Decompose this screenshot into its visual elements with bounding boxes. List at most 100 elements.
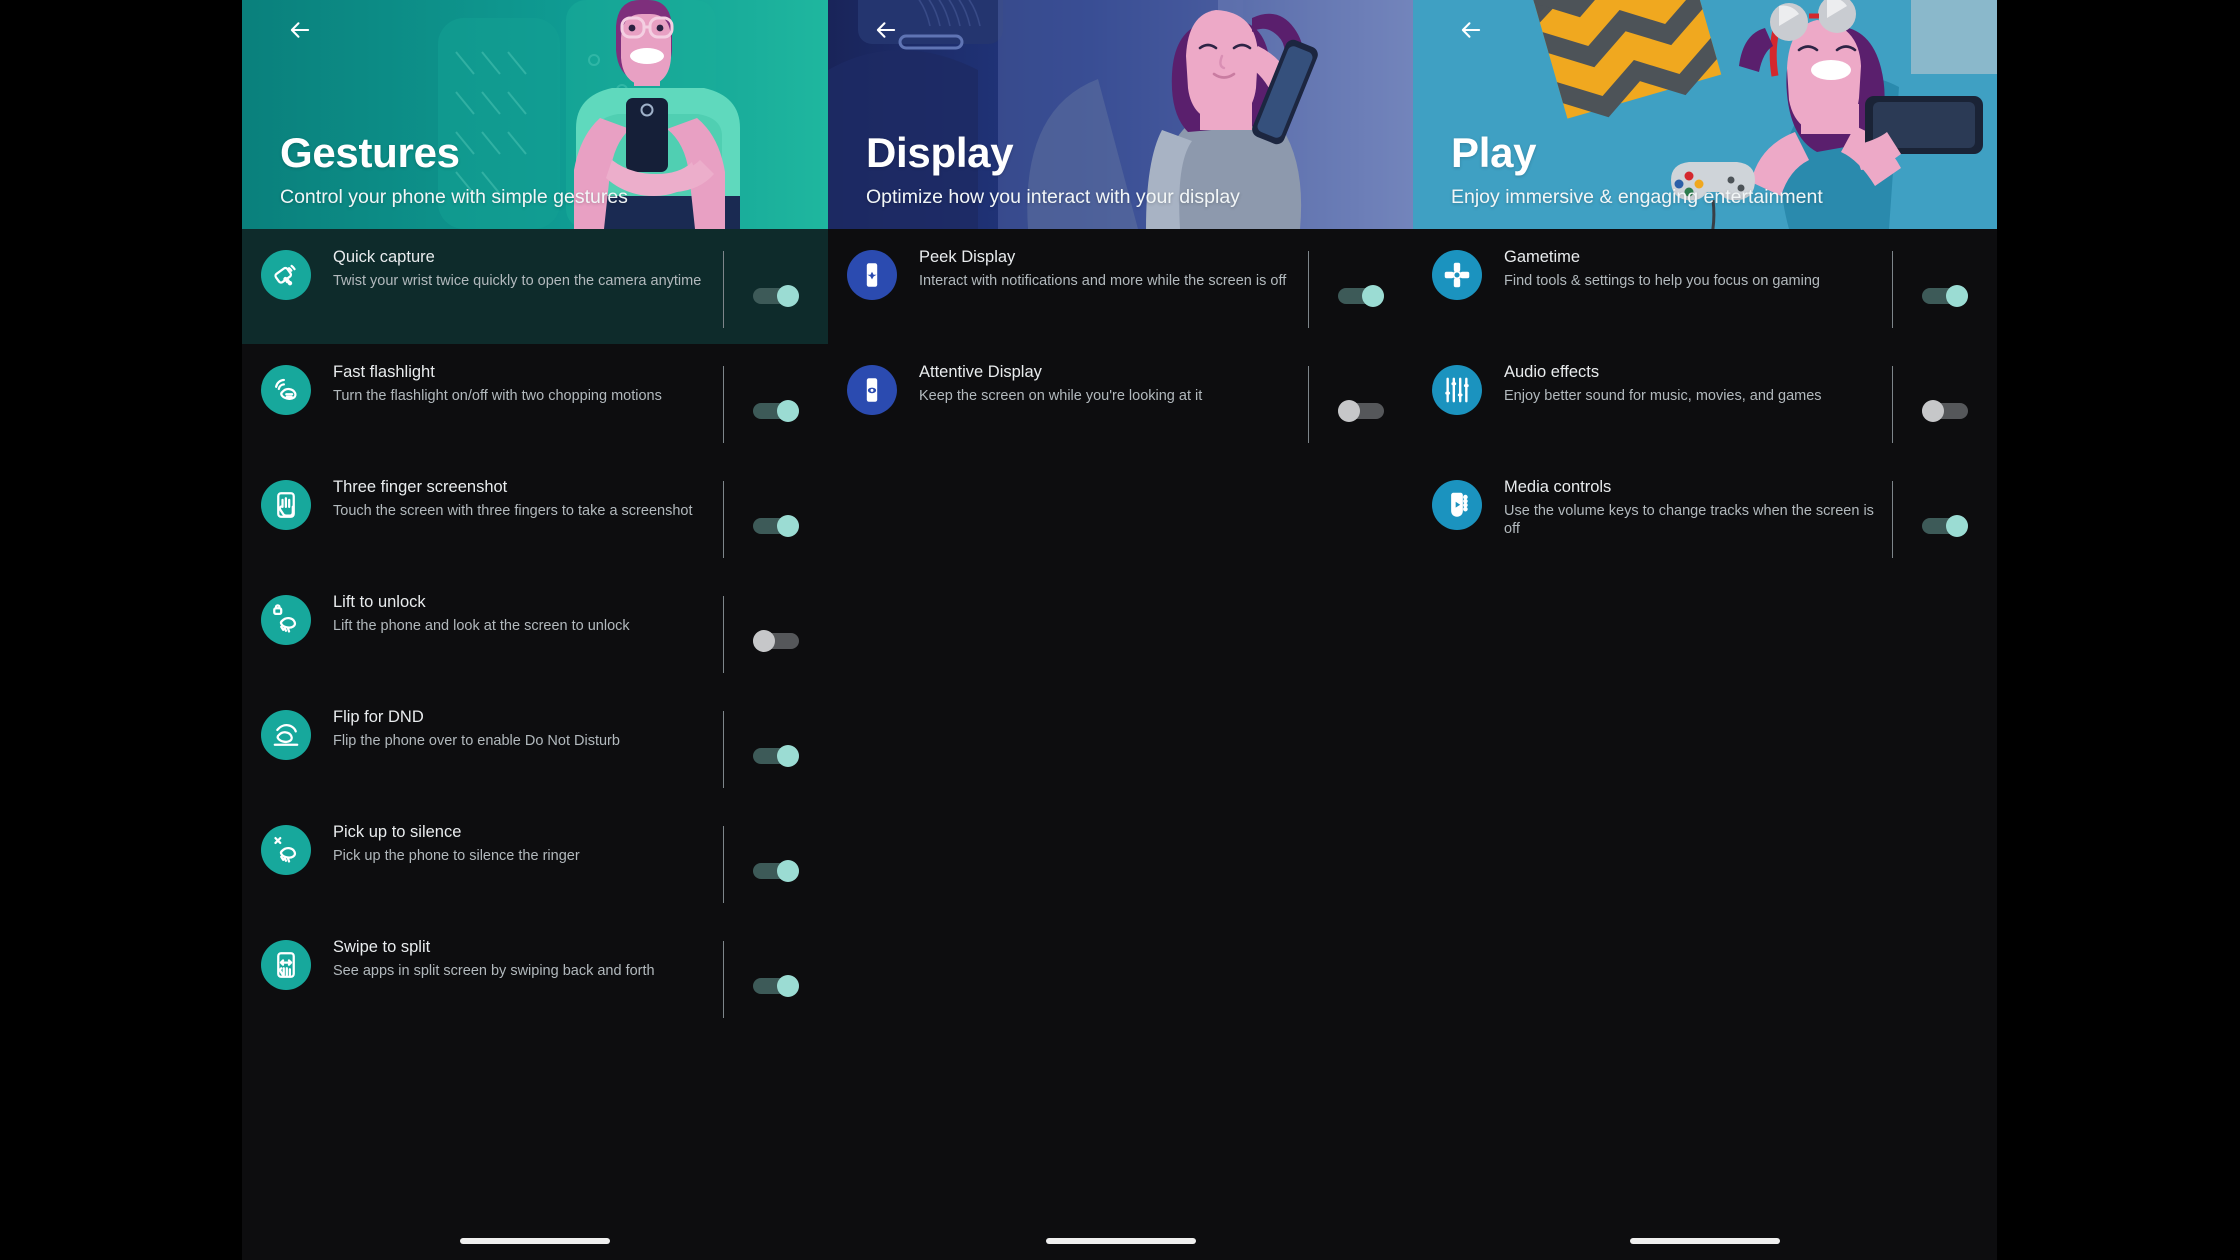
row-title: Gametime [1504,248,1581,266]
settings-row[interactable]: Media controls Use the volume keys to ch… [1413,459,1997,574]
hero-text-block: Display Optimize how you interact with y… [866,128,1240,209]
back-button[interactable] [864,8,908,52]
hero-header-play: Play Enjoy immersive & engaging entertai… [1413,0,1997,229]
toggle-thumb [777,974,799,997]
settings-row[interactable]: Gametime Find tools & settings to help y… [1413,229,1997,344]
gamepad-dpad-icon [1432,250,1482,300]
toggle-on[interactable] [753,859,799,882]
media-controls-icon [1432,480,1482,530]
toggle-switch[interactable] [1309,362,1413,459]
toggle-switch[interactable] [1893,362,1997,459]
row-description: Pick up the phone to silence the ringer [333,847,580,864]
toggle-on[interactable] [753,284,799,307]
row-text-block: Quick capture Twist your wrist twice qui… [311,247,723,290]
home-gesture-pill[interactable] [460,1238,610,1244]
toggle-thumb [1922,399,1944,422]
toggle-switch[interactable] [724,362,828,459]
row-text-block: Three finger screenshot Touch the screen… [311,477,723,520]
settings-panel-play: Play Enjoy immersive & engaging entertai… [1413,0,1997,1260]
toggle-switch[interactable] [724,247,828,344]
row-text-block: Gametime Find tools & settings to help y… [1482,247,1892,290]
hero-text-block: Gestures Control your phone with simple … [280,128,628,209]
row-description: Interact with notifications and more whi… [919,272,1287,289]
toggle-switch[interactable] [724,592,828,689]
peek-display-icon [847,250,897,300]
pickup-silence-icon [261,825,311,875]
settings-row[interactable]: Quick capture Twist your wrist twice qui… [242,229,828,344]
hero-header-display: Display Optimize how you interact with y… [828,0,1413,229]
toggle-switch[interactable] [724,477,828,574]
row-title: Attentive Display [919,363,1042,381]
toggle-thumb [1362,284,1384,307]
back-button[interactable] [1449,8,1493,52]
row-title: Three finger screenshot [333,478,508,496]
toggle-on[interactable] [753,744,799,767]
toggle-on[interactable] [1338,284,1384,307]
row-title: Swipe to split [333,938,431,956]
toggle-thumb [777,859,799,882]
settings-list-display: Peek Display Interact with notifications… [828,229,1413,459]
settings-row[interactable]: Attentive Display Keep the screen on whi… [828,344,1413,459]
toggle-thumb [777,744,799,767]
row-text-block: Lift to unlock Lift the phone and look a… [311,592,723,635]
row-text-block: Media controls Use the volume keys to ch… [1482,477,1892,539]
settings-panel-gestures: Gestures Control your phone with simple … [242,0,828,1260]
settings-panel-display: Display Optimize how you interact with y… [828,0,1413,1260]
row-text-block: Swipe to split See apps in split screen … [311,937,723,980]
back-button[interactable] [278,8,322,52]
row-title: Flip for DND [333,708,424,726]
toggle-thumb [777,514,799,537]
gesture-nav-bar [828,1222,1413,1260]
settings-row[interactable]: Peek Display Interact with notifications… [828,229,1413,344]
toggle-switch[interactable] [1309,247,1413,344]
settings-row[interactable]: Three finger screenshot Touch the screen… [242,459,828,574]
toggle-thumb [777,399,799,422]
toggle-off[interactable] [753,629,799,652]
screen-root: Gestures Control your phone with simple … [0,0,2240,1260]
gesture-nav-bar [242,1222,828,1260]
home-gesture-pill[interactable] [1045,1238,1196,1244]
row-title: Audio effects [1504,363,1600,381]
home-gesture-pill[interactable] [1630,1238,1780,1244]
lift-unlock-icon [261,595,311,645]
back-arrow-icon [1458,17,1484,43]
settings-row[interactable]: Fast flashlight Turn the flashlight on/o… [242,344,828,459]
row-text-block: Peek Display Interact with notifications… [897,247,1308,290]
row-title: Lift to unlock [333,593,426,611]
toggle-on[interactable] [753,399,799,422]
toggle-on[interactable] [1922,514,1968,537]
toggle-on[interactable] [1922,284,1968,307]
settings-row[interactable]: Audio effects Enjoy better sound for mus… [1413,344,1997,459]
page-subtitle: Control your phone with simple gestures [280,185,628,208]
toggle-switch[interactable] [724,937,828,1034]
back-arrow-icon [873,17,899,43]
toggle-off[interactable] [1922,399,1968,422]
settings-row[interactable]: Lift to unlock Lift the phone and look a… [242,574,828,689]
toggle-switch[interactable] [1893,477,1997,574]
settings-row[interactable]: Flip for DND Flip the phone over to enab… [242,689,828,804]
toggle-on[interactable] [753,514,799,537]
toggle-switch[interactable] [724,822,828,919]
row-text-block: Fast flashlight Turn the flashlight on/o… [311,362,723,405]
row-description: Touch the screen with three fingers to t… [333,502,693,519]
three-finger-icon [261,480,311,530]
equalizer-icon [1432,365,1482,415]
toggle-on[interactable] [753,974,799,997]
toggle-switch[interactable] [1893,247,1997,344]
gesture-nav-bar [1413,1222,1997,1260]
row-title: Fast flashlight [333,363,435,381]
row-text-block: Attentive Display Keep the screen on whi… [897,362,1308,405]
toggle-switch[interactable] [724,707,828,804]
row-text-block: Audio effects Enjoy better sound for mus… [1482,362,1892,405]
settings-list-gestures: Quick capture Twist your wrist twice qui… [242,229,828,1034]
toggle-off[interactable] [1338,399,1384,422]
settings-row[interactable]: Pick up to silence Pick up the phone to … [242,804,828,919]
flip-dnd-icon [261,710,311,760]
page-title: Gestures [280,128,460,176]
settings-row[interactable]: Swipe to split See apps in split screen … [242,919,828,1034]
page-subtitle: Optimize how you interact with your disp… [866,185,1240,208]
row-description: Use the volume keys to change tracks whe… [1504,502,1874,538]
page-title: Display [866,128,1014,176]
row-title: Quick capture [333,248,435,266]
row-description: Turn the flashlight on/off with two chop… [333,387,662,404]
